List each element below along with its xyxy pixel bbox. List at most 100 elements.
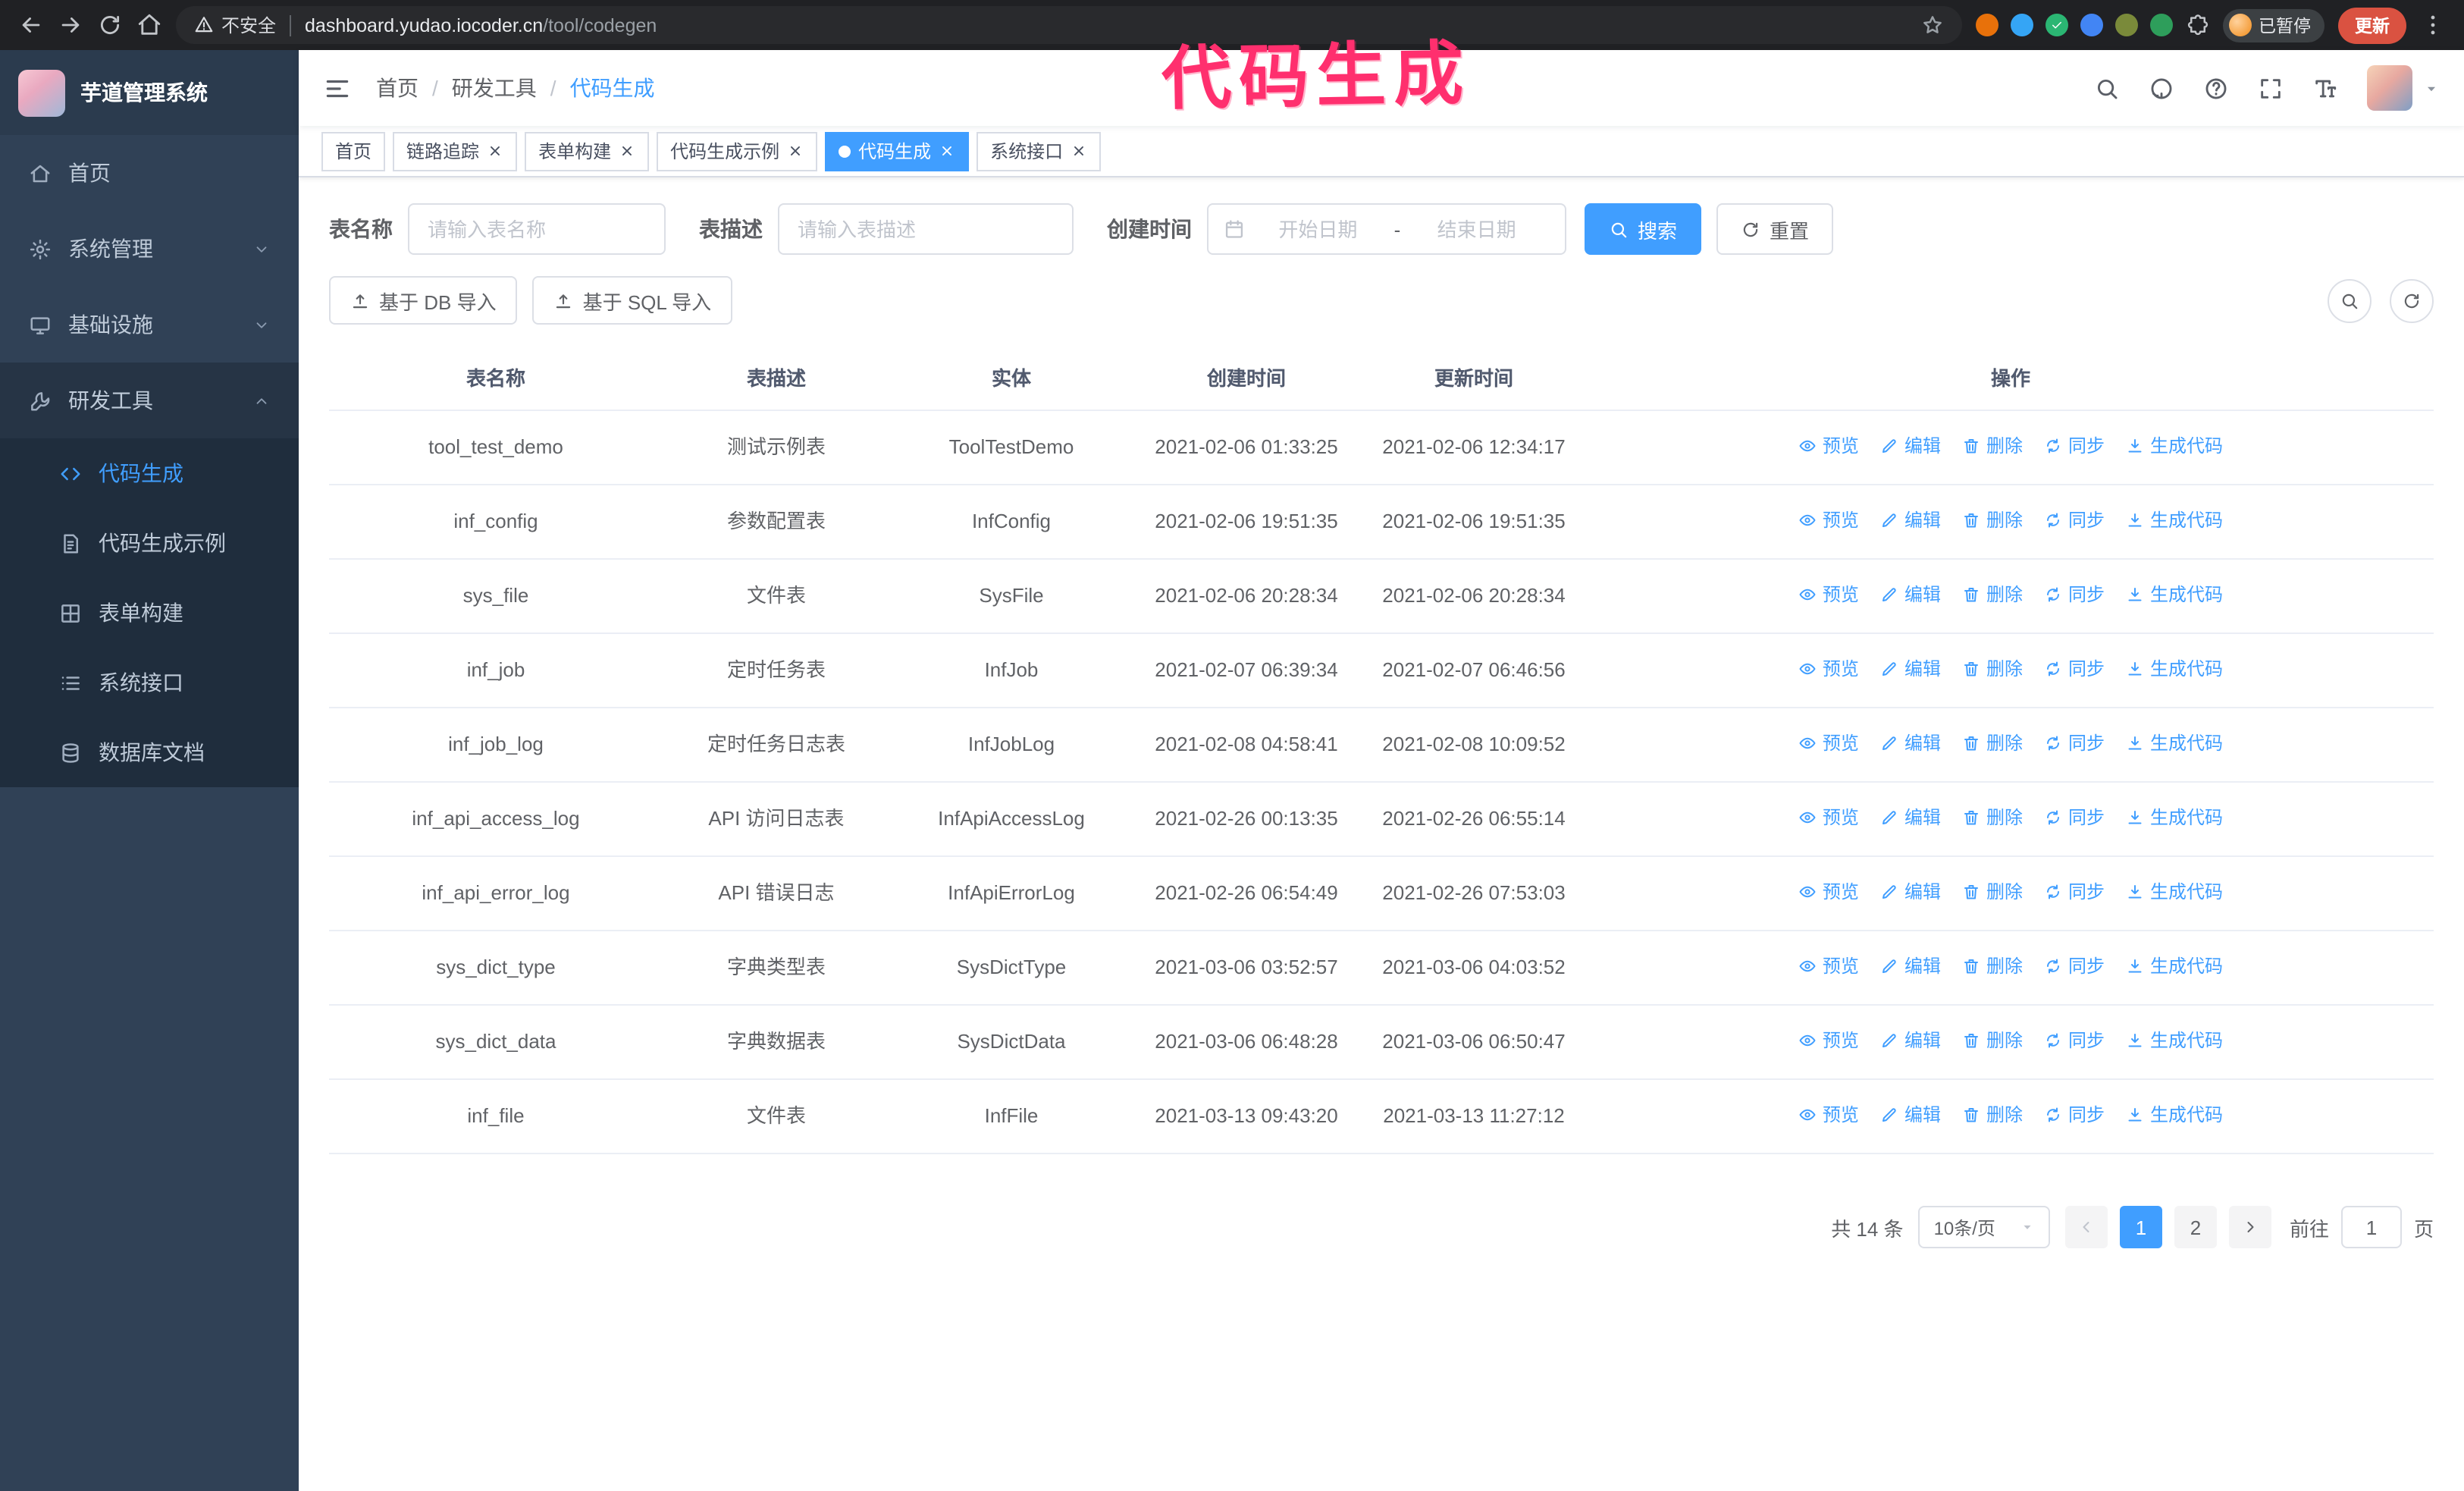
reset-button[interactable]: 重置 bbox=[1716, 203, 1834, 255]
page-size-select[interactable]: 10条/页 bbox=[1918, 1206, 2050, 1248]
refresh-table-button[interactable] bbox=[2390, 278, 2434, 322]
preview-link[interactable]: 预览 bbox=[1798, 802, 1859, 833]
breadcrumb-home[interactable]: 首页 bbox=[376, 73, 419, 103]
end-date-input[interactable] bbox=[1403, 218, 1550, 240]
preview-link[interactable]: 预览 bbox=[1798, 877, 1859, 907]
delete-link[interactable]: 删除 bbox=[1962, 431, 2023, 461]
address-bar[interactable]: 不安全 dashboard.yudao.iocoder.cn /tool/cod… bbox=[176, 6, 1961, 44]
import-db-button[interactable]: 基于 DB 导入 bbox=[329, 276, 518, 325]
caret-down-icon[interactable] bbox=[2423, 80, 2440, 96]
edit-link[interactable]: 编辑 bbox=[1880, 431, 1941, 461]
close-icon[interactable] bbox=[787, 143, 804, 159]
delete-link[interactable]: 删除 bbox=[1962, 802, 2023, 833]
breadcrumb-devtools[interactable]: 研发工具 bbox=[452, 73, 537, 103]
tab-trace[interactable]: 链路追踪 bbox=[393, 131, 518, 171]
extension-icon-6[interactable] bbox=[2149, 14, 2172, 36]
extension-icon-3[interactable] bbox=[2045, 14, 2067, 36]
browser-home-icon[interactable] bbox=[136, 12, 162, 38]
search-icon[interactable] bbox=[2094, 75, 2120, 101]
sync-link[interactable]: 同步 bbox=[2044, 654, 2105, 684]
delete-link[interactable]: 删除 bbox=[1962, 728, 2023, 758]
delete-link[interactable]: 删除 bbox=[1962, 579, 2023, 610]
edit-link[interactable]: 编辑 bbox=[1880, 1025, 1941, 1056]
tab-codegen[interactable]: 代码生成 bbox=[825, 131, 970, 171]
extension-icon-1[interactable] bbox=[1975, 14, 1998, 36]
sync-link[interactable]: 同步 bbox=[2044, 505, 2105, 535]
generate-code-link[interactable]: 生成代码 bbox=[2126, 728, 2223, 758]
goto-page-input[interactable] bbox=[2340, 1206, 2402, 1248]
sidebar-item-home[interactable]: 首页 bbox=[0, 135, 299, 211]
preview-link[interactable]: 预览 bbox=[1798, 431, 1859, 461]
help-icon[interactable] bbox=[2203, 75, 2229, 101]
profile-chip[interactable]: 已暂停 bbox=[2222, 8, 2324, 42]
sidebar-item-codegen-demo[interactable]: 代码生成示例 bbox=[0, 508, 299, 578]
start-date-input[interactable] bbox=[1245, 218, 1391, 240]
edit-link[interactable]: 编辑 bbox=[1880, 951, 1941, 981]
page-button-1[interactable]: 1 bbox=[2119, 1206, 2162, 1248]
close-icon[interactable] bbox=[619, 143, 635, 159]
edit-link[interactable]: 编辑 bbox=[1880, 728, 1941, 758]
preview-link[interactable]: 预览 bbox=[1798, 728, 1859, 758]
sidebar-item-codegen[interactable]: 代码生成 bbox=[0, 438, 299, 508]
page-button-2[interactable]: 2 bbox=[2174, 1206, 2217, 1248]
browser-reload-icon[interactable] bbox=[97, 12, 123, 38]
tab-form-builder[interactable]: 表单构建 bbox=[525, 131, 650, 171]
generate-code-link[interactable]: 生成代码 bbox=[2126, 1025, 2223, 1056]
delete-link[interactable]: 删除 bbox=[1962, 1100, 2023, 1130]
generate-code-link[interactable]: 生成代码 bbox=[2126, 579, 2223, 610]
edit-link[interactable]: 编辑 bbox=[1880, 1100, 1941, 1130]
sync-link[interactable]: 同步 bbox=[2044, 1025, 2105, 1056]
extension-icon-4[interactable] bbox=[2080, 14, 2102, 36]
bookmark-star-icon[interactable] bbox=[1920, 14, 1943, 36]
hamburger-icon[interactable] bbox=[323, 74, 352, 102]
prev-page-button[interactable] bbox=[2064, 1206, 2108, 1248]
generate-code-link[interactable]: 生成代码 bbox=[2126, 951, 2223, 981]
sync-link[interactable]: 同步 bbox=[2044, 431, 2105, 461]
app-logo[interactable]: 芋道管理系统 bbox=[0, 50, 299, 135]
sync-link[interactable]: 同步 bbox=[2044, 1100, 2105, 1130]
sidebar-item-form-builder[interactable]: 表单构建 bbox=[0, 578, 299, 648]
next-page-button[interactable] bbox=[2228, 1206, 2271, 1248]
generate-code-link[interactable]: 生成代码 bbox=[2126, 654, 2223, 684]
delete-link[interactable]: 删除 bbox=[1962, 877, 2023, 907]
sidebar-item-infra[interactable]: 基础设施 bbox=[0, 287, 299, 363]
delete-link[interactable]: 删除 bbox=[1962, 1025, 2023, 1056]
delete-link[interactable]: 删除 bbox=[1962, 951, 2023, 981]
tab-home[interactable]: 首页 bbox=[321, 131, 386, 171]
sidebar-item-api-doc[interactable]: 系统接口 bbox=[0, 648, 299, 717]
sync-link[interactable]: 同步 bbox=[2044, 951, 2105, 981]
tab-api-doc[interactable]: 系统接口 bbox=[977, 131, 1102, 171]
sidebar-item-db-doc[interactable]: 数据库文档 bbox=[0, 717, 299, 787]
import-sql-button[interactable]: 基于 SQL 导入 bbox=[532, 276, 733, 325]
browser-menu-icon[interactable] bbox=[2420, 12, 2446, 38]
edit-link[interactable]: 编辑 bbox=[1880, 877, 1941, 907]
preview-link[interactable]: 预览 bbox=[1798, 1025, 1859, 1056]
browser-forward-icon[interactable] bbox=[58, 12, 83, 38]
extension-icon-5[interactable] bbox=[2114, 14, 2137, 36]
close-icon[interactable] bbox=[487, 143, 503, 159]
extension-icon-2[interactable] bbox=[2010, 14, 2033, 36]
user-avatar[interactable] bbox=[2367, 65, 2412, 111]
preview-link[interactable]: 预览 bbox=[1798, 505, 1859, 535]
generate-code-link[interactable]: 生成代码 bbox=[2126, 505, 2223, 535]
close-icon[interactable] bbox=[1071, 143, 1087, 159]
sync-link[interactable]: 同步 bbox=[2044, 728, 2105, 758]
edit-link[interactable]: 编辑 bbox=[1880, 505, 1941, 535]
edit-link[interactable]: 编辑 bbox=[1880, 802, 1941, 833]
toggle-search-button[interactable] bbox=[2328, 278, 2372, 322]
github-icon[interactable] bbox=[2149, 75, 2174, 101]
sync-link[interactable]: 同步 bbox=[2044, 802, 2105, 833]
sidebar-item-system[interactable]: 系统管理 bbox=[0, 211, 299, 287]
browser-back-icon[interactable] bbox=[18, 12, 44, 38]
fullscreen-icon[interactable] bbox=[2258, 75, 2284, 101]
extensions-puzzle-icon[interactable] bbox=[2186, 14, 2209, 36]
edit-link[interactable]: 编辑 bbox=[1880, 579, 1941, 610]
delete-link[interactable]: 删除 bbox=[1962, 654, 2023, 684]
generate-code-link[interactable]: 生成代码 bbox=[2126, 877, 2223, 907]
generate-code-link[interactable]: 生成代码 bbox=[2126, 1100, 2223, 1130]
font-size-icon[interactable] bbox=[2312, 75, 2338, 101]
sync-link[interactable]: 同步 bbox=[2044, 579, 2105, 610]
generate-code-link[interactable]: 生成代码 bbox=[2126, 431, 2223, 461]
edit-link[interactable]: 编辑 bbox=[1880, 654, 1941, 684]
preview-link[interactable]: 预览 bbox=[1798, 1100, 1859, 1130]
